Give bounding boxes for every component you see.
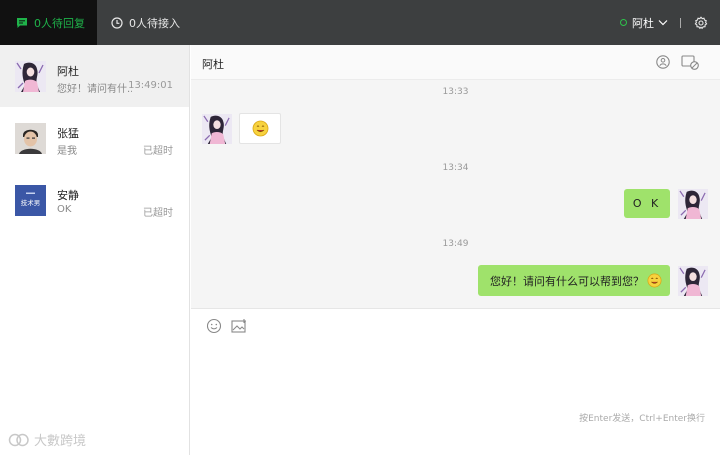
online-status-icon: [620, 19, 627, 26]
image-upload-icon[interactable]: [231, 318, 248, 334]
session-item[interactable]: 阿杜 您好！请问有什... 13:49:01: [0, 45, 189, 107]
smile-emoji-icon: [647, 273, 662, 288]
session-item[interactable]: 技术男 安静 OK 已超时: [0, 169, 189, 231]
smile-emoji-icon: [252, 120, 268, 137]
tab-pending-reply-label: 0人待回复: [34, 16, 85, 30]
customer-avatar: [202, 114, 232, 144]
chat-header: 阿杜: [191, 45, 720, 80]
message-bubble-incoming: [239, 113, 281, 144]
tab-pending-reply[interactable]: 0人待回复: [0, 0, 97, 45]
message-timestamp: 13:33: [442, 87, 469, 97]
chat-title: 阿杜: [202, 58, 224, 71]
avatar: 技术男: [15, 185, 46, 216]
session-time: 已超时: [143, 208, 173, 219]
session-name: 阿杜: [57, 65, 79, 78]
divider: [680, 17, 681, 28]
session-name: 安静: [57, 189, 79, 202]
watermark: 大數跨境: [8, 430, 86, 449]
session-time: 已超时: [143, 146, 173, 157]
message-bubble-outgoing: O K: [624, 189, 670, 218]
send-shortcut-hint: 按Enter发送，Ctrl+Enter换行: [579, 414, 705, 424]
agent-avatar: [678, 189, 708, 219]
watermark-logo-icon: [8, 433, 29, 446]
message-text: 您好！请问有什么可以帮到您？: [490, 274, 644, 288]
tab-pending-access-label: 0人待接入: [129, 16, 180, 30]
message-input-area[interactable]: 按Enter发送，Ctrl+Enter换行: [191, 308, 720, 455]
agent-avatar: [678, 266, 708, 296]
session-time: 13:49:01: [128, 80, 173, 91]
session-item[interactable]: 张猛 是我 已超时: [0, 107, 189, 169]
message-bubble-outgoing: 您好！请问有什么可以帮到您？: [478, 265, 670, 296]
message-text: O K: [632, 197, 662, 210]
chevron-down-icon[interactable]: [658, 19, 668, 26]
message-timestamp: 13:49: [442, 239, 469, 249]
session-preview: OK: [57, 204, 72, 215]
session-preview: 是我: [57, 146, 77, 157]
avatar: [15, 123, 46, 154]
message-list: 13:33 13:34 O K 13:49 您好！请问有什么可以帮到您？: [191, 80, 720, 308]
avatar: [15, 61, 46, 92]
tab-pending-access[interactable]: 0人待接入: [111, 0, 180, 45]
emoji-icon[interactable]: [206, 318, 222, 334]
clock-icon: [111, 16, 123, 29]
session-preview: 您好！请问有什...: [57, 84, 132, 95]
top-bar: 0人待回复 0人待接入 阿杜: [0, 0, 720, 45]
transfer-icon[interactable]: [655, 54, 671, 70]
end-session-icon[interactable]: [681, 54, 699, 70]
session-name: 张猛: [57, 127, 79, 140]
message-timestamp: 13:34: [442, 163, 469, 173]
watermark-text: 大數跨境: [34, 434, 87, 449]
chat-bubble-icon: [17, 17, 27, 28]
user-menu[interactable]: 阿杜: [620, 0, 708, 45]
gear-icon[interactable]: [694, 15, 708, 30]
current-user-name: 阿杜: [632, 16, 654, 30]
session-list: 阿杜 您好！请问有什... 13:49:01 张猛 是我 已超时 技术男 安静 …: [0, 45, 190, 455]
avatar-text: 技术男: [21, 198, 41, 207]
